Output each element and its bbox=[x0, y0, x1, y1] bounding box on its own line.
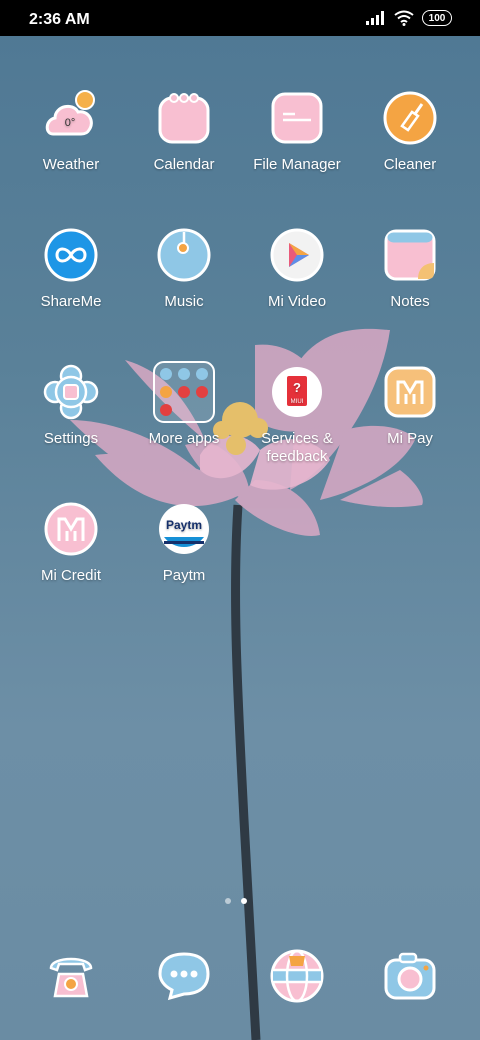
help-bag-icon: ? MIUI bbox=[269, 364, 325, 420]
page-indicator bbox=[225, 898, 247, 904]
signal-icon bbox=[366, 11, 384, 25]
wifi-icon bbox=[394, 10, 414, 26]
app-notes[interactable]: Notes bbox=[354, 227, 466, 357]
message-icon bbox=[156, 948, 212, 1004]
app-label: Notes bbox=[390, 293, 430, 310]
phone-icon bbox=[43, 948, 99, 1004]
svg-text:0°: 0° bbox=[65, 117, 76, 129]
mi-credit-icon bbox=[43, 501, 99, 557]
app-services-feedback[interactable]: ? MIUI Services & feedback bbox=[241, 364, 353, 494]
app-messages[interactable] bbox=[128, 948, 240, 1018]
notes-icon bbox=[382, 227, 438, 283]
app-mi-credit[interactable]: Mi Credit bbox=[15, 501, 127, 631]
app-mi-video[interactable]: Mi Video bbox=[241, 227, 353, 357]
status-bar: 2:36 AM 100 bbox=[0, 0, 480, 36]
app-label: Calendar bbox=[153, 156, 215, 173]
app-cleaner[interactable]: Cleaner bbox=[354, 90, 466, 220]
folder-grid-icon bbox=[152, 360, 216, 424]
music-disc-icon bbox=[156, 227, 212, 283]
app-calendar[interactable]: Calendar bbox=[128, 90, 240, 220]
app-label: Weather bbox=[42, 156, 100, 173]
app-paytm[interactable]: Paytm Paytm bbox=[128, 501, 240, 631]
page-dot[interactable] bbox=[225, 898, 231, 904]
app-music[interactable]: Music bbox=[128, 227, 240, 357]
app-mi-pay[interactable]: Mi Pay bbox=[354, 364, 466, 494]
mi-pay-icon bbox=[382, 364, 438, 420]
app-label: Paytm bbox=[162, 567, 206, 584]
app-label: Mi Pay bbox=[387, 430, 433, 447]
broom-icon bbox=[382, 90, 438, 146]
battery-indicator: 100 bbox=[422, 10, 452, 26]
app-label: Music bbox=[164, 293, 204, 310]
calendar-icon bbox=[156, 90, 212, 146]
app-label: Cleaner bbox=[383, 156, 437, 173]
app-file-manager[interactable]: File Manager bbox=[241, 90, 353, 220]
weather-icon: 0° bbox=[43, 90, 99, 146]
app-settings[interactable]: Settings bbox=[15, 364, 127, 494]
gear-icon bbox=[43, 364, 99, 420]
app-label: Mi Video bbox=[267, 293, 327, 310]
play-icon bbox=[269, 227, 325, 283]
globe-icon bbox=[269, 948, 325, 1004]
paytm-icon: Paytm bbox=[156, 501, 212, 557]
app-label: Services & feedback bbox=[261, 430, 333, 465]
svg-text:Paytm: Paytm bbox=[166, 518, 202, 532]
svg-text:?: ? bbox=[293, 380, 301, 395]
app-label: ShareMe bbox=[40, 293, 102, 310]
app-label: More apps bbox=[148, 430, 220, 447]
folder-icon bbox=[269, 90, 325, 146]
app-label: Settings bbox=[43, 430, 99, 447]
status-time: 2:36 AM bbox=[29, 11, 90, 28]
app-shareme[interactable]: ShareMe bbox=[15, 227, 127, 357]
infinity-icon bbox=[43, 227, 99, 283]
status-icons: 100 bbox=[366, 10, 452, 26]
camera-icon bbox=[382, 948, 438, 1004]
app-more-apps[interactable]: More apps bbox=[128, 360, 240, 490]
app-phone[interactable] bbox=[15, 948, 127, 1018]
app-label: Mi Credit bbox=[40, 567, 101, 584]
app-weather[interactable]: 0° Weather bbox=[15, 90, 127, 220]
page-dot-active[interactable] bbox=[241, 898, 247, 904]
app-label: File Manager bbox=[253, 156, 341, 173]
app-camera[interactable] bbox=[354, 948, 466, 1018]
dock bbox=[0, 940, 480, 1010]
svg-text:MIUI: MIUI bbox=[291, 399, 304, 405]
app-browser[interactable] bbox=[241, 948, 353, 1018]
